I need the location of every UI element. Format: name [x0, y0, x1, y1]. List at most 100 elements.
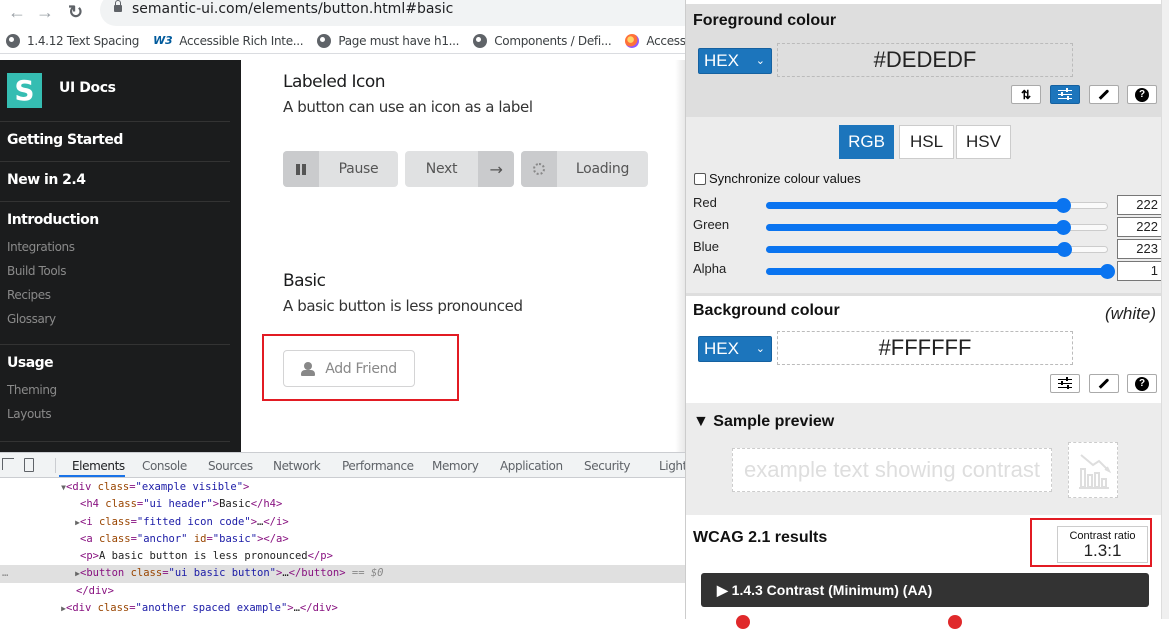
sidebar-item-getting-started[interactable]: Getting Started: [7, 132, 123, 148]
bookmark-accessibility[interactable]: Accessibility: [625, 33, 685, 48]
bookmark-aria[interactable]: W3 Accessible Rich Inte...: [153, 33, 304, 48]
background-hex-input[interactable]: #FFFFFF: [777, 331, 1073, 365]
mode-rgb-button[interactable]: RGB: [839, 125, 894, 159]
background-eyedropper-button[interactable]: [1089, 374, 1119, 393]
url-text[interactable]: semantic-ui.com/elements/button.html#bas…: [132, 1, 453, 17]
slider-fill: [766, 202, 1062, 209]
sync-checkbox[interactable]: [694, 172, 706, 185]
slider-fill: [766, 224, 1062, 231]
mode-hsv-button[interactable]: HSV: [956, 125, 1011, 159]
bookmark-label: Page must have h1...: [338, 33, 460, 48]
tab-elements[interactable]: Elements: [72, 459, 125, 473]
eyedropper-icon: [1098, 378, 1110, 389]
blue-slider[interactable]: [766, 242, 1108, 257]
green-value-input[interactable]: 222: [1117, 217, 1165, 237]
slider-thumb[interactable]: [1056, 220, 1071, 235]
tab-sources[interactable]: Sources: [208, 459, 253, 473]
loading-button[interactable]: Loading: [521, 151, 648, 187]
section-title-labeled-icon: Labeled Icon: [283, 72, 386, 92]
tab-memory[interactable]: Memory: [432, 459, 479, 473]
sidebar-item-recipes[interactable]: Recipes: [7, 288, 51, 302]
dom-node-line[interactable]: <h4 class="ui header">Basic</h4>: [0, 496, 685, 513]
docs-sidebar: S UI Docs Getting Started New in 2.4 Int…: [0, 60, 241, 452]
forward-button[interactable]: →: [36, 2, 54, 22]
swap-colours-button[interactable]: ⇅: [1011, 85, 1041, 104]
foreground-sliders-button[interactable]: [1050, 85, 1080, 104]
code-token: Basic: [219, 498, 251, 511]
sliders-icon: [1058, 377, 1072, 389]
dom-node-line[interactable]: … ▶<button class="ui basic button">…</but…: [0, 565, 685, 583]
mode-hsl-button[interactable]: HSL: [899, 125, 954, 159]
sidebar-item-introduction[interactable]: Introduction: [7, 212, 99, 228]
background-sliders-button[interactable]: [1050, 374, 1080, 393]
tab-application[interactable]: Application: [500, 459, 563, 473]
tab-lighthouse[interactable]: Light: [659, 459, 687, 473]
dom-node-line[interactable]: ▶<i class="fitted icon code">…</i>: [0, 514, 685, 531]
foreground-format-select[interactable]: HEX ⌄: [698, 48, 772, 74]
dom-node-line[interactable]: ▶<div class="another spaced example">…</…: [0, 600, 685, 617]
code-token: class: [97, 481, 130, 493]
divider: [0, 201, 230, 202]
bookmark-h1[interactable]: Page must have h1...: [317, 33, 460, 48]
url-bar[interactable]: semantic-ui.com/elements/button.html#bas…: [100, 0, 700, 26]
bookmark-components[interactable]: Components / Defi...: [473, 33, 612, 48]
foreground-help-button[interactable]: ?: [1127, 85, 1157, 104]
dom-node-line[interactable]: <a class="anchor" id="basic"></a>: [0, 531, 685, 548]
criterion-1-4-3-toggle[interactable]: ▶ 1.4.3 Contrast (Minimum) (AA): [701, 573, 1149, 607]
alpha-value-input[interactable]: 1: [1117, 261, 1165, 281]
sidebar-item-usage[interactable]: Usage: [7, 355, 54, 371]
panel-scrollbar[interactable]: [1161, 0, 1169, 619]
button-label: Pause: [338, 161, 379, 177]
green-slider[interactable]: [766, 220, 1108, 235]
slider-thumb[interactable]: [1057, 242, 1073, 257]
slider-thumb[interactable]: [1056, 198, 1071, 213]
dom-node-line[interactable]: ▼<div class="example visible">: [0, 479, 685, 496]
dom-tree: ▼<div class="example visible"> <h4 class=…: [0, 479, 685, 617]
sync-colour-values[interactable]: Synchronize colour values: [694, 171, 861, 186]
add-friend-button[interactable]: Add Friend: [283, 350, 415, 387]
bookmark-text-spacing[interactable]: 1.4.12 Text Spacing: [6, 33, 140, 48]
device-toolbar-icon[interactable]: [24, 458, 34, 472]
foreground-eyedropper-button[interactable]: [1089, 85, 1119, 104]
dom-node-line[interactable]: </div>: [0, 583, 685, 600]
red-value-input[interactable]: 222: [1117, 195, 1165, 215]
code-token: class: [98, 515, 131, 528]
pause-button[interactable]: Pause: [283, 151, 398, 187]
sidebar-item-build-tools[interactable]: Build Tools: [7, 264, 67, 278]
semantic-logo[interactable]: S: [7, 73, 42, 108]
alpha-slider[interactable]: [766, 264, 1115, 279]
background-help-button[interactable]: ?: [1127, 374, 1157, 393]
back-button[interactable]: ←: [8, 2, 26, 22]
swap-icon: ⇅: [1020, 87, 1032, 102]
sidebar-item-glossary[interactable]: Glossary: [7, 312, 56, 326]
button-label: Next: [425, 161, 458, 177]
tab-console[interactable]: Console: [142, 459, 187, 473]
bookmark-label: 1.4.12 Text Spacing: [27, 33, 140, 48]
reload-button[interactable]: ↻: [68, 2, 83, 22]
user-icon: [301, 361, 316, 376]
background-format-select[interactable]: HEX ⌄: [698, 336, 772, 362]
bookmark-label: Accessible Rich Inte...: [179, 33, 304, 48]
foreground-title: Foreground colour: [693, 12, 837, 29]
tab-network[interactable]: Network: [273, 459, 321, 473]
sample-preview-toggle[interactable]: ▼ Sample preview: [693, 413, 834, 431]
button-label: Add Friend: [325, 360, 397, 377]
sidebar-item-new-in-2-4[interactable]: New in 2.4: [7, 172, 86, 188]
foreground-hex-input[interactable]: #DEDEDF: [777, 43, 1073, 77]
inspect-element-icon[interactable]: [2, 458, 14, 470]
slider-thumb[interactable]: [1100, 264, 1115, 279]
code-token: </a>: [263, 532, 289, 545]
dom-node-line[interactable]: <p>A basic button is less pronounced</p>: [0, 548, 685, 565]
brand-title[interactable]: UI Docs: [59, 80, 116, 96]
fail-icon: [736, 615, 750, 629]
tab-security[interactable]: Security: [584, 459, 630, 473]
sidebar-item-integrations[interactable]: Integrations: [7, 240, 75, 254]
red-slider[interactable]: [766, 198, 1108, 213]
sidebar-item-theming[interactable]: Theming: [7, 383, 57, 397]
tab-performance[interactable]: Performance: [342, 459, 414, 473]
code-token: <div: [66, 481, 98, 493]
sidebar-item-layouts[interactable]: Layouts: [7, 407, 52, 421]
slider-fill: [766, 268, 1106, 275]
blue-value-input[interactable]: 223: [1117, 239, 1165, 259]
next-button[interactable]: Next →: [405, 151, 514, 187]
